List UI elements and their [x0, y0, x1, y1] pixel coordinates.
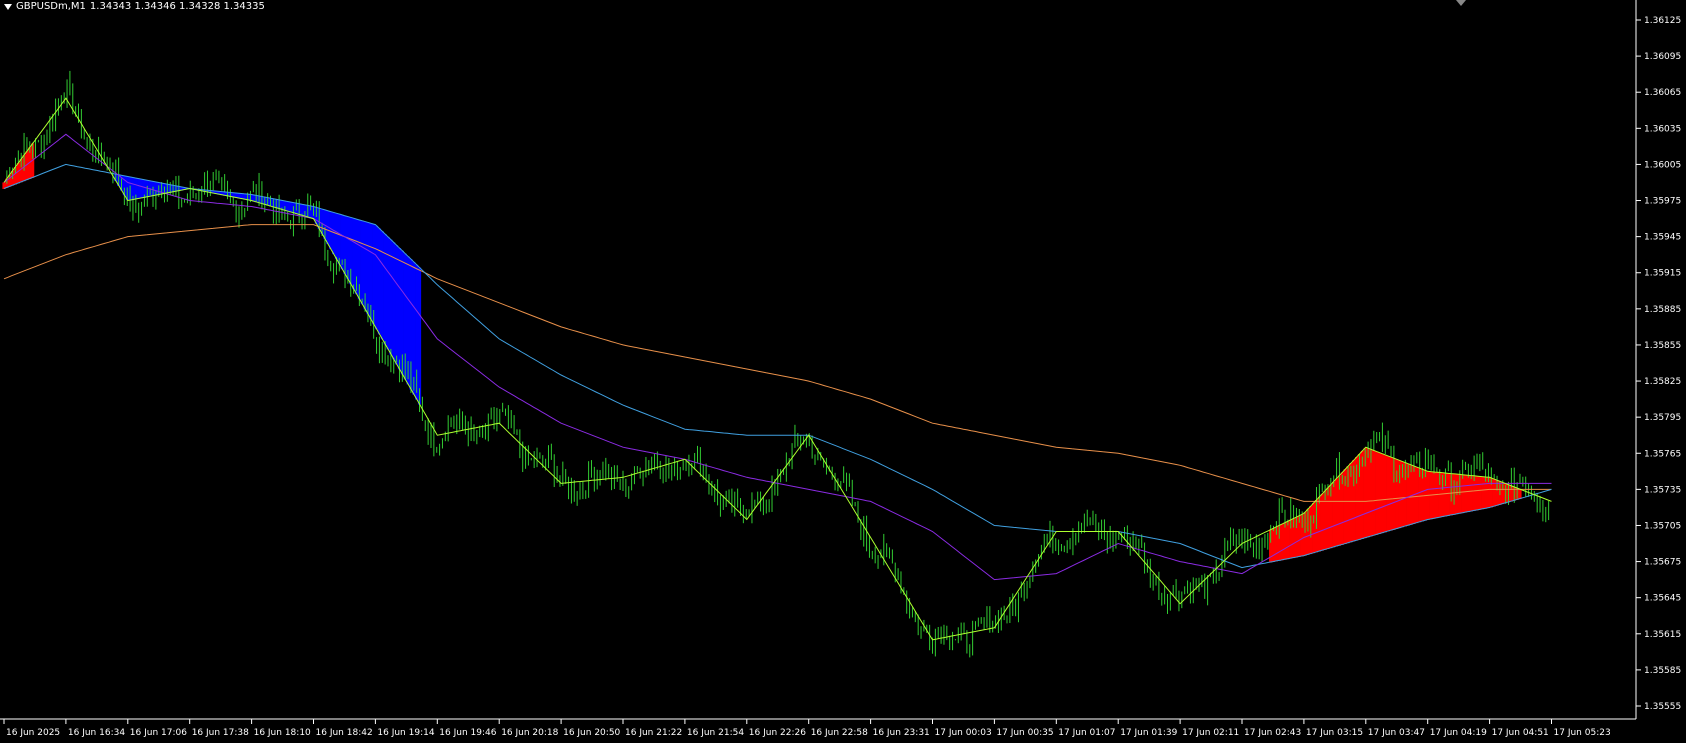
- price-tick-label: 1.35915: [1644, 269, 1681, 279]
- time-tick-label: 17 Jun 03:47: [1368, 728, 1425, 738]
- ohlc-values: 1.34343 1.34346 1.34328 1.34335: [89, 1, 265, 12]
- price-tick-label: 1.35795: [1644, 413, 1681, 423]
- time-tick-label: 16 Jun 23:31: [873, 728, 930, 738]
- time-tick-label: 16 Jun 19:14: [377, 728, 434, 738]
- price-tick-label: 1.35975: [1644, 197, 1681, 207]
- time-tick-label: 17 Jun 00:03: [935, 728, 992, 738]
- time-tick-label: 17 Jun 02:11: [1182, 728, 1239, 738]
- time-tick-label: 16 Jun 20:50: [563, 728, 620, 738]
- price-tick-label: 1.35765: [1644, 449, 1681, 459]
- time-axis[interactable]: 16 Jun 2025 16 Jun 16:34 16 Jun 17:06 16 Ju…: [3, 719, 1611, 738]
- price-tick-label: 1.35615: [1644, 630, 1681, 640]
- time-tick-label: 17 Jun 01:07: [1058, 728, 1115, 738]
- time-tick-label: 16 Jun 22:26: [749, 728, 806, 738]
- price-chart[interactable]: 1.36125 1.36095 1.36065 1.36035 1.36005 1.359…: [0, 0, 1686, 743]
- time-tick-label: 16 Jun 17:06: [130, 728, 187, 738]
- axes: [0, 0, 1637, 720]
- price-tick-label: 1.36095: [1644, 52, 1681, 62]
- symbol-timeframe: GBPUSDm,M1: [16, 1, 86, 12]
- price-tick-label: 1.35645: [1644, 594, 1681, 604]
- chart-window[interactable]: 1.36125 1.36095 1.36065 1.36035 1.36005 1.359…: [0, 0, 1686, 743]
- price-tick-label: 1.35705: [1644, 521, 1681, 531]
- time-tick-label: 16 Jun 19:46: [439, 728, 496, 738]
- time-tick-label: 17 Jun 04:51: [1492, 728, 1549, 738]
- price-tick-label: 1.35735: [1644, 485, 1681, 495]
- chart-header[interactable]: GBPUSDm,M1 1.34343 1.34346 1.34328 1.343…: [4, 1, 265, 12]
- price-axis[interactable]: 1.36125 1.36095 1.36065 1.36035 1.36005 1.359…: [1636, 16, 1681, 712]
- price-tick-label: 1.35825: [1644, 377, 1681, 387]
- moving-averages: [3, 97, 1552, 641]
- price-tick-label: 1.35675: [1644, 558, 1681, 568]
- price-tick-label: 1.35855: [1644, 341, 1681, 351]
- price-tick-label: 1.36065: [1644, 88, 1681, 98]
- ma-fast-line: [3, 97, 1552, 641]
- time-tick-label: 17 Jun 00:35: [996, 728, 1053, 738]
- price-tick-label: 1.36035: [1644, 124, 1681, 134]
- time-tick-label: 16 Jun 18:42: [316, 728, 373, 738]
- price-tick-label: 1.35945: [1644, 233, 1681, 243]
- time-tick-label: 17 Jun 03:15: [1306, 728, 1363, 738]
- price-tick-label: 1.35885: [1644, 305, 1681, 315]
- triangle-down-icon[interactable]: [4, 3, 12, 10]
- time-tick-label: 16 Jun 16:34: [68, 728, 125, 738]
- time-tick-label: 16 Jun 21:22: [625, 728, 682, 738]
- time-tick-label: 17 Jun 04:19: [1430, 728, 1487, 738]
- time-tick-label: 16 Jun 21:54: [687, 728, 744, 738]
- time-tick-label: 16 Jun 20:18: [501, 728, 558, 738]
- time-tick-label: 16 Jun 2025: [6, 728, 60, 738]
- time-tick-label: 16 Jun 22:58: [811, 728, 868, 738]
- ma-orange-line: [3, 224, 1552, 502]
- time-tick-label: 16 Jun 18:10: [254, 728, 311, 738]
- time-tick-label: 17 Jun 02:43: [1244, 728, 1301, 738]
- candles: [6, 70, 1550, 658]
- time-tick-label: 17 Jun 01:39: [1120, 728, 1177, 738]
- chart-shift-icon[interactable]: [1456, 0, 1466, 6]
- time-tick-label: 16 Jun 17:38: [192, 728, 249, 738]
- price-tick-label: 1.36125: [1644, 16, 1681, 26]
- price-tick-label: 1.35585: [1644, 666, 1681, 676]
- price-tick-label: 1.35555: [1644, 702, 1681, 712]
- time-tick-label: 17 Jun 05:23: [1554, 728, 1611, 738]
- price-tick-label: 1.36005: [1644, 160, 1681, 170]
